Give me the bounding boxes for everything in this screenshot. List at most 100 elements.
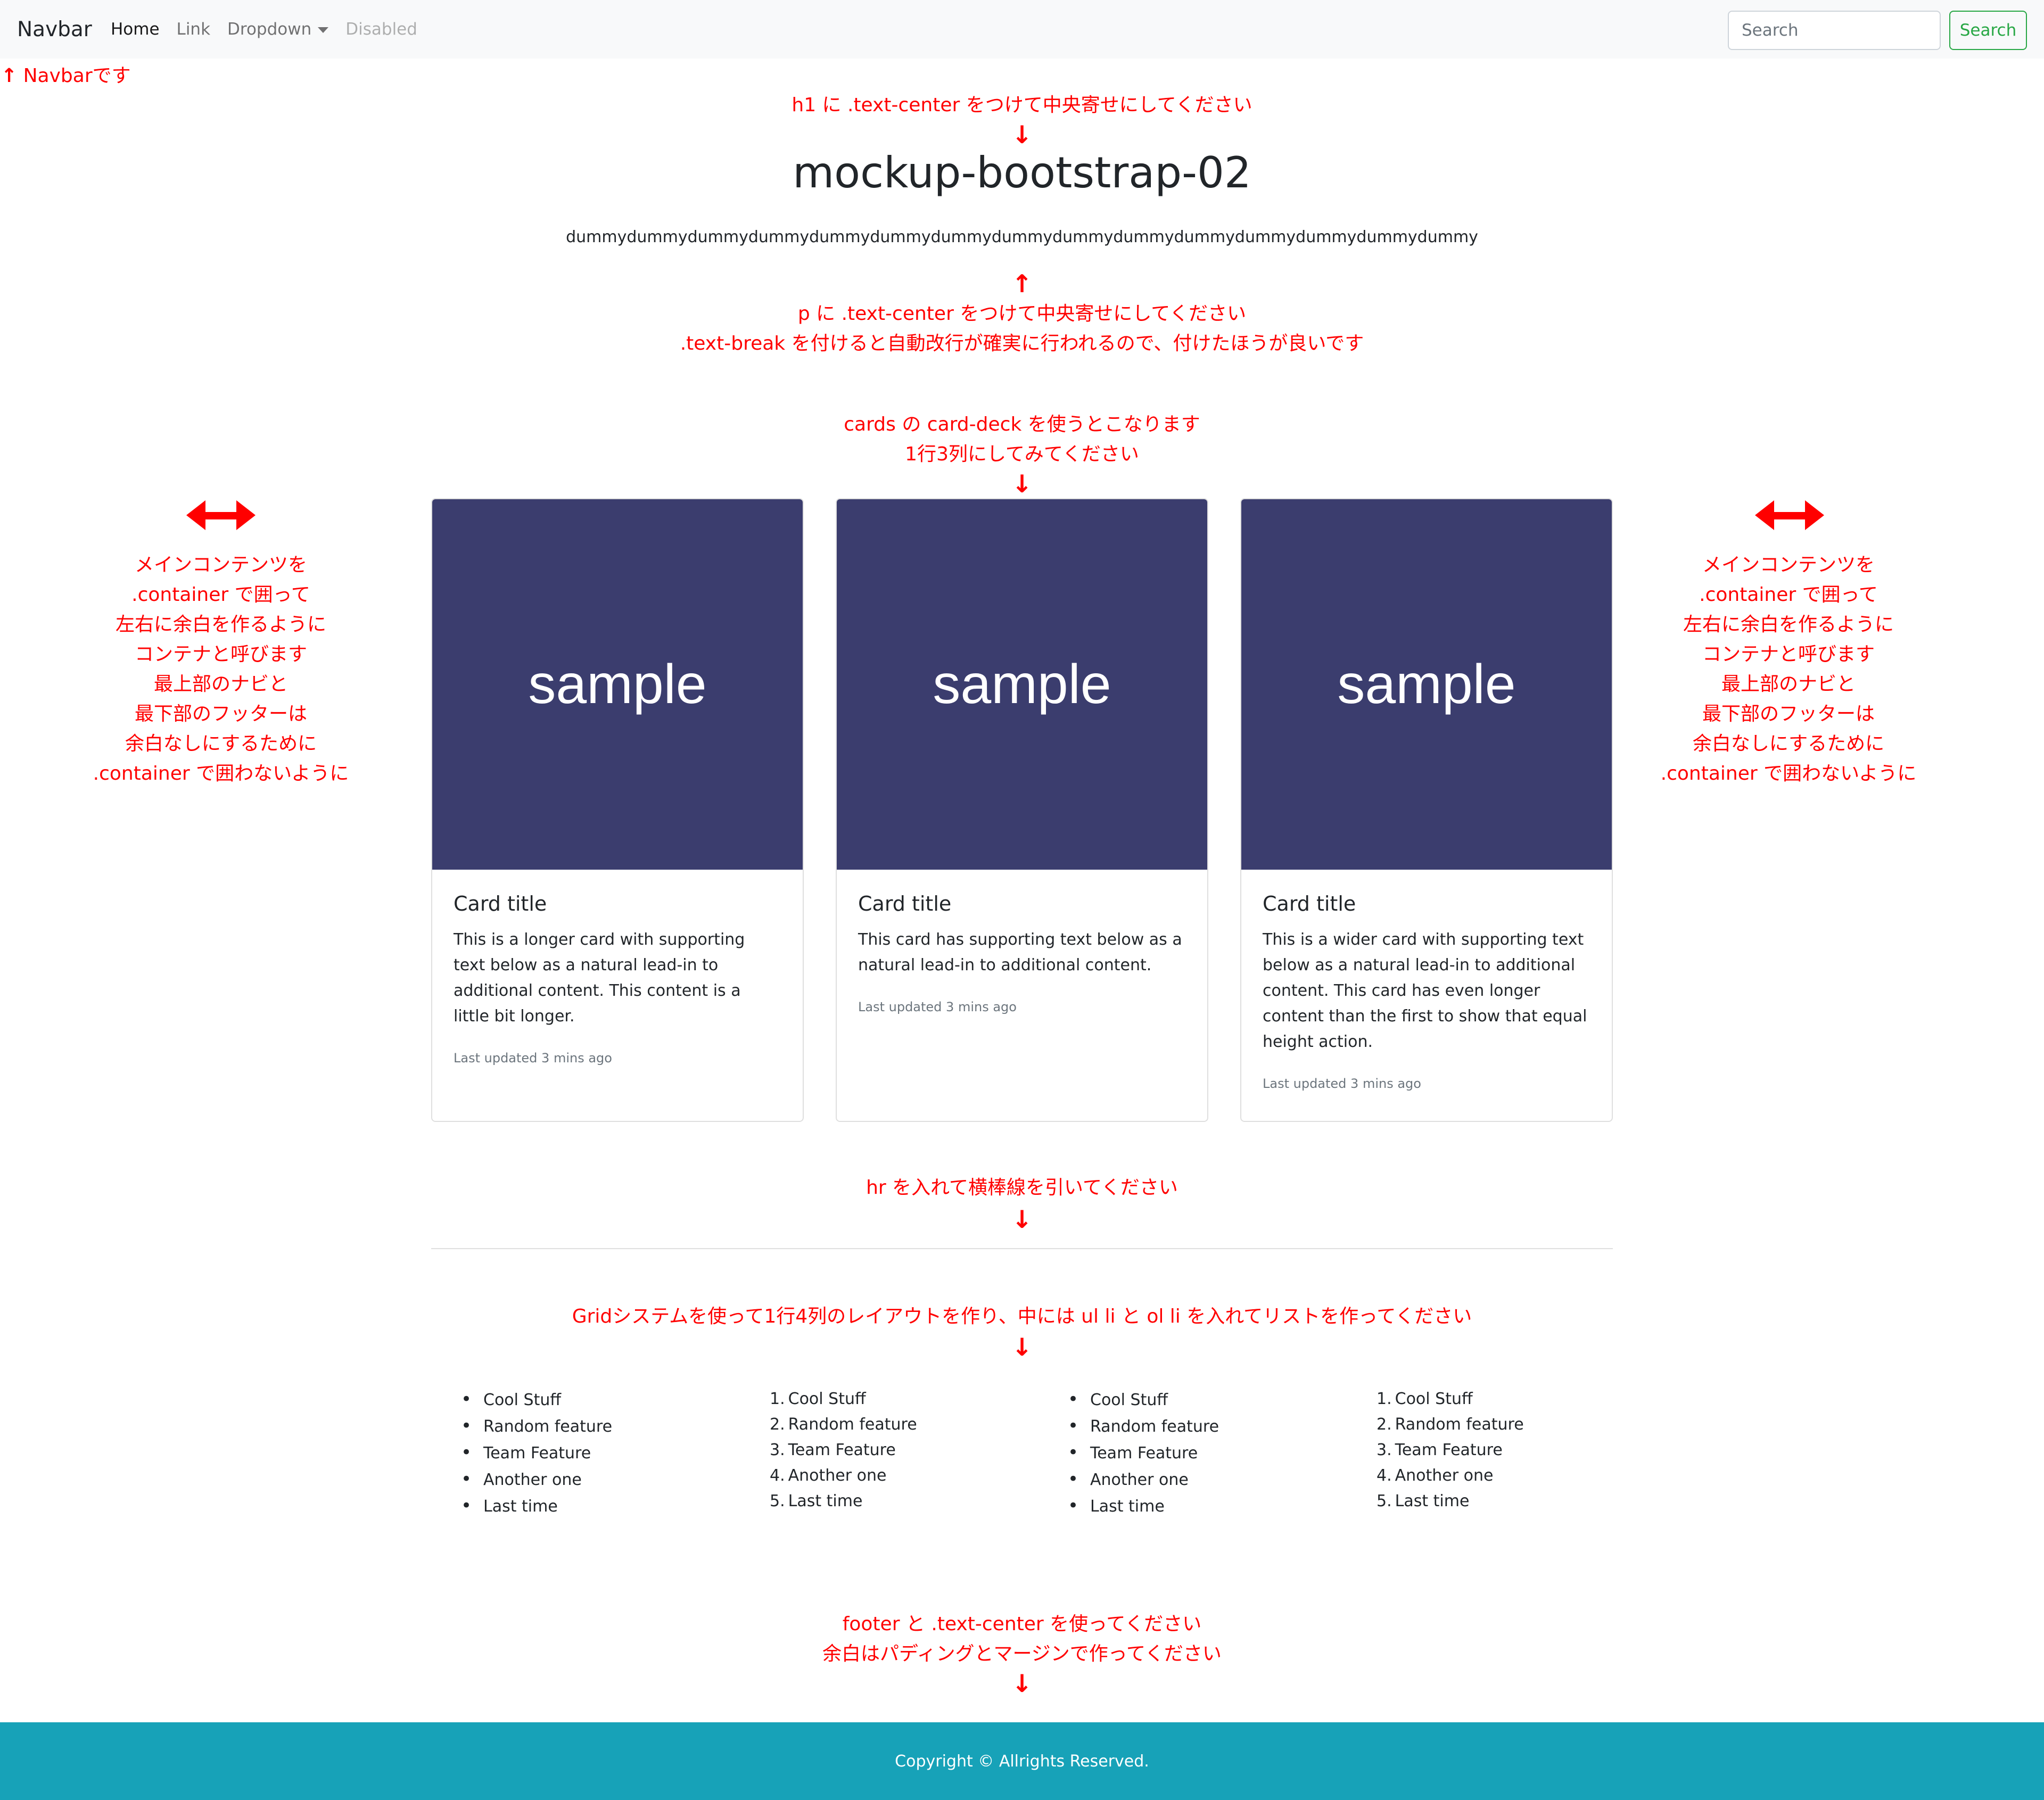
- p-annotation: p に .text-center をつけて中央寄せにしてください .text-b…: [0, 299, 2044, 359]
- container-note-line: 余白なしにするために: [125, 733, 317, 755]
- list-item: 3. Team Feature: [770, 1438, 917, 1463]
- hr-annotation: hr を入れて横棒線を引いてください: [866, 1177, 1178, 1199]
- navbar-brand[interactable]: Navbar: [17, 18, 92, 42]
- down-arrow-icon: ↓: [1011, 1333, 1033, 1361]
- card-text: This is a wider card with supporting tex…: [1263, 930, 1587, 1051]
- container-note-line: .container で囲わないように: [1660, 763, 1917, 785]
- up-arrow-icon: ↑: [1011, 269, 1033, 298]
- list-item: Another one: [1068, 1466, 1219, 1493]
- up-arrow-icon: ↑: [1, 65, 18, 87]
- list-item-text: Last time: [1395, 1492, 1470, 1510]
- list-item: 2. Random feature: [770, 1412, 917, 1438]
- list-item-text: Cool Stuff: [788, 1390, 866, 1408]
- footer-annotation: footer と .text-center を使ってください 余白はパディングと…: [0, 1609, 2044, 1669]
- double-arrow-icon: [186, 500, 256, 530]
- list-item: 4. Another one: [1377, 1463, 1524, 1489]
- container-annotation-right: メインコンテンツを .container で囲って 左右に余白を作るように コン…: [1621, 550, 1956, 789]
- list-item-text: Random feature: [1395, 1415, 1524, 1434]
- list-item: Team Feature: [461, 1440, 612, 1466]
- list-item: Last time: [461, 1493, 612, 1520]
- p-annotation-line-2: .text-break を付けると自動改行が確実に行われるので、付けたほうが良い…: [680, 333, 1364, 354]
- footer-annotation-line-1: footer と .text-center を使ってください: [842, 1613, 1202, 1635]
- card-title: Card title: [858, 892, 952, 915]
- container-note-line: コンテナと呼びます: [1702, 643, 1875, 665]
- card-body: Card title This card has supporting text…: [837, 870, 1207, 1037]
- h1-annotation: h1 に .text-center をつけて中央寄せにしてください: [792, 94, 1252, 116]
- ordered-list: 1. Cool Stuff 2. Random feature 3. Team Fea…: [1377, 1386, 1524, 1514]
- caret-down-icon: [318, 27, 329, 33]
- list-item: 1. Cool Stuff: [770, 1386, 917, 1412]
- nav-link-dropdown[interactable]: Dropdown: [227, 20, 311, 39]
- unordered-list: Cool Stuff Random feature Team Feature A…: [461, 1386, 612, 1520]
- cards-annotation-line-1: cards の card-deck を使うとこなります: [844, 414, 1200, 435]
- horizontal-rule: [431, 1248, 1613, 1249]
- list-item-text: Team Feature: [1395, 1441, 1503, 1459]
- ordered-list: 1. Cool Stuff 2. Random feature 3. Team Fea…: [770, 1386, 917, 1514]
- list-item: Random feature: [1068, 1413, 1219, 1440]
- list-item: 1. Cool Stuff: [1377, 1386, 1524, 1412]
- dummy-text: dummydummydummydummydummydummydummydummy…: [566, 228, 1478, 246]
- list-item-text: Cool Stuff: [1395, 1390, 1473, 1408]
- list-item: 3. Team Feature: [1377, 1438, 1524, 1463]
- list-item: Cool Stuff: [461, 1386, 612, 1413]
- list-item-text: Another one: [788, 1466, 887, 1485]
- list-number: 2.: [770, 1415, 785, 1434]
- container-note-line: コンテナと呼びます: [134, 643, 307, 665]
- container-note-line: 最上部のナビと: [1721, 673, 1856, 695]
- card: sample Card title This is a wider card w…: [1240, 498, 1613, 1122]
- card: sample Card title This card has supporti…: [836, 498, 1208, 1122]
- p-annotation-line-1: p に .text-center をつけて中央寄せにしてください: [797, 303, 1247, 325]
- card-text: This card has supporting text below as a…: [858, 930, 1182, 975]
- nav-link-link[interactable]: Link: [177, 20, 210, 39]
- container-note-line: 最下部のフッターは: [1702, 703, 1875, 725]
- page-title: mockup-bootstrap-02: [793, 148, 1251, 197]
- card-title: Card title: [454, 892, 547, 915]
- card-image: sample: [432, 499, 803, 870]
- container-note-line: 最下部のフッターは: [134, 703, 307, 725]
- container-note-line: .container で囲って: [1699, 584, 1878, 606]
- list-item: Another one: [461, 1466, 612, 1493]
- navbar-annotation: ↑ Navbarです: [1, 61, 131, 91]
- card-updated: Last updated 3 mins ago: [454, 1051, 612, 1066]
- list-number: 1.: [770, 1390, 785, 1408]
- list-item: Team Feature: [1068, 1440, 1219, 1466]
- list-number: 4.: [1377, 1466, 1392, 1485]
- list-item: Last time: [1068, 1493, 1219, 1520]
- container-note-line: 左右に余白を作るように: [1683, 614, 1894, 635]
- search-input[interactable]: [1728, 11, 1941, 50]
- container-note-line: 最上部のナビと: [153, 673, 288, 695]
- list-number: 5.: [1377, 1492, 1392, 1510]
- down-arrow-icon: ↓: [1011, 120, 1033, 149]
- grid-annotation: Gridシステムを使って1行4列のレイアウトを作り、中には ul li と ol…: [572, 1306, 1472, 1327]
- footer: Copyright © Allrights Reserved.: [0, 1722, 2044, 1800]
- nav-link-home[interactable]: Home: [111, 20, 160, 39]
- card-body: Card title This is a wider card with sup…: [1241, 870, 1612, 1113]
- list-item: 2. Random feature: [1377, 1412, 1524, 1438]
- list-number: 2.: [1377, 1415, 1392, 1434]
- list-number: 3.: [1377, 1441, 1392, 1459]
- container-note-line: 左右に余白を作るように: [115, 614, 326, 635]
- list-item: Random feature: [461, 1413, 612, 1440]
- down-arrow-icon: ↓: [1011, 469, 1033, 498]
- container-note-line: メインコンテンツを: [134, 554, 307, 576]
- card-text: This is a longer card with supporting te…: [454, 930, 745, 1026]
- list-item-text: Another one: [1395, 1466, 1494, 1485]
- cards-annotation-line-2: 1行3列にしてみてください: [905, 443, 1139, 465]
- unordered-list: Cool Stuff Random feature Team Feature A…: [1068, 1386, 1219, 1520]
- container-note-line: 余白なしにするために: [1692, 733, 1885, 755]
- navbar-annotation-text: Navbarです: [23, 65, 131, 87]
- list-number: 4.: [770, 1466, 785, 1485]
- list-item: 4. Another one: [770, 1463, 917, 1489]
- card-image: sample: [837, 499, 1207, 870]
- search-button[interactable]: Search: [1949, 11, 2027, 50]
- nav-dropdown[interactable]: Dropdown: [227, 20, 329, 39]
- double-arrow-icon: [1755, 500, 1824, 530]
- list-item: Cool Stuff: [1068, 1386, 1219, 1413]
- list-item-text: Last time: [788, 1492, 863, 1510]
- nav-links: Home Link Dropdown Disabled: [111, 20, 417, 39]
- card-title: Card title: [1263, 892, 1356, 915]
- list-number: 5.: [770, 1492, 785, 1510]
- list-item-text: Team Feature: [788, 1441, 896, 1459]
- container-annotation-left: メインコンテンツを .container で囲って 左右に余白を作るように コン…: [53, 550, 389, 789]
- card-body: Card title This is a longer card with su…: [432, 870, 803, 1088]
